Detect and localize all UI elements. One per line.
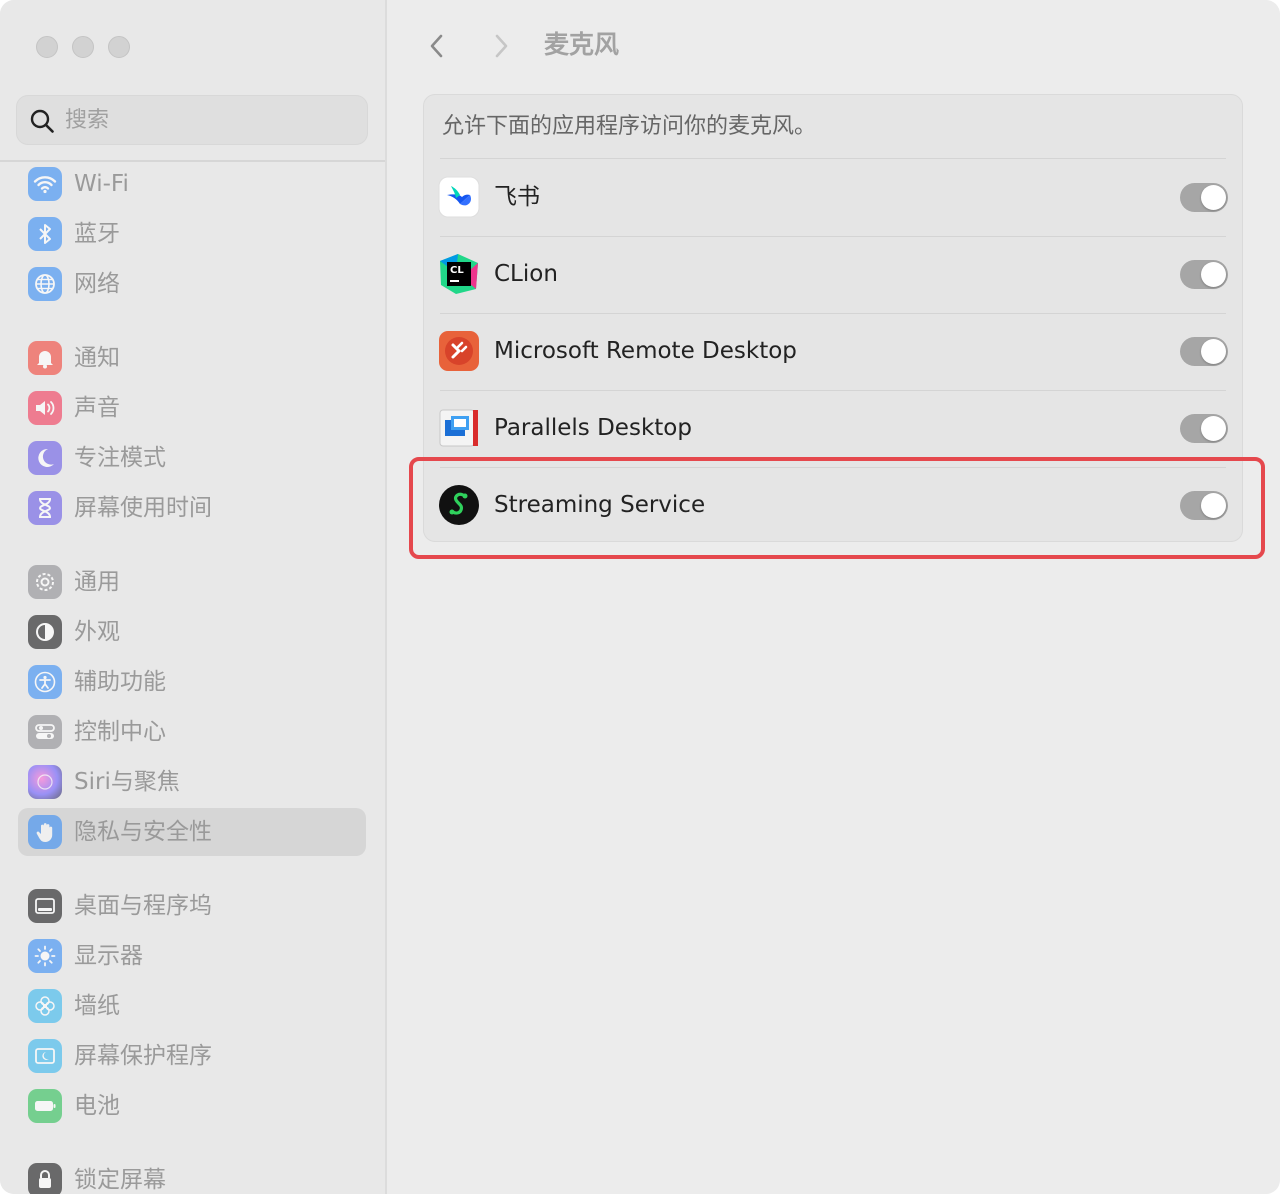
app-name: 飞书 (494, 184, 540, 210)
appearance-icon (28, 615, 62, 649)
siri-icon (28, 765, 62, 799)
hand-icon (28, 815, 62, 849)
flower-icon (28, 989, 62, 1023)
clion-microphone-toggle[interactable] (1180, 260, 1228, 289)
sidebar-item-wallpaper[interactable]: 墙纸 (18, 982, 366, 1030)
wifi-icon (28, 167, 62, 201)
sidebar-item-privacy-security[interactable]: 隐私与安全性 (18, 808, 366, 856)
app-name: CLion (494, 261, 558, 287)
sidebar-item-accessibility[interactable]: 辅助功能 (18, 658, 366, 706)
svg-text:CL: CL (450, 265, 464, 276)
toggle-knob (1201, 185, 1226, 210)
sidebar-item-label: 通用 (74, 569, 120, 595)
parallels-microphone-toggle[interactable] (1180, 414, 1228, 443)
bell-icon (28, 341, 62, 375)
sidebar-item-label: 桌面与程序坞 (74, 893, 212, 919)
sidebar-item-desktop-dock[interactable]: 桌面与程序坞 (18, 882, 366, 930)
sidebar-item-wifi[interactable]: Wi-Fi (18, 160, 366, 208)
app-row-streaming-service: Streaming Service (424, 467, 1242, 544)
main-content: 麦克风 允许下面的应用程序访问你的麦克风。 飞书 CL CLion Micros… (387, 0, 1280, 1194)
toggle-knob (1201, 493, 1226, 518)
app-row-clion: CL CLion (424, 236, 1242, 313)
hourglass-icon (28, 491, 62, 525)
app-row-microsoft-remote-desktop: Microsoft Remote Desktop (424, 313, 1242, 390)
moon-icon (28, 441, 62, 475)
battery-icon (28, 1089, 62, 1123)
lock-icon (28, 1163, 62, 1194)
globe-icon (28, 267, 62, 301)
search-icon (30, 109, 54, 133)
toggle-knob (1201, 339, 1226, 364)
sidebar-item-notifications[interactable]: 通知 (18, 334, 366, 382)
app-name: Microsoft Remote Desktop (494, 338, 797, 364)
sidebar-item-lock-screen[interactable]: 锁定屏幕 (18, 1156, 366, 1194)
app-row-feishu: 飞书 (424, 159, 1242, 236)
sidebar-item-label: 外观 (74, 619, 120, 645)
sidebar-item-label: 电池 (74, 1093, 120, 1119)
microphone-app-list: 允许下面的应用程序访问你的麦克风。 飞书 CL CLion Microsoft … (423, 94, 1243, 542)
sun-icon (28, 939, 62, 973)
close-window-button[interactable] (36, 36, 58, 58)
sidebar-item-label: 隐私与安全性 (74, 819, 212, 845)
search-placeholder: 搜索 (65, 108, 110, 133)
window-controls (36, 36, 130, 58)
sidebar-item-battery[interactable]: 电池 (18, 1082, 366, 1130)
speaker-icon (28, 391, 62, 425)
toggle-knob (1201, 416, 1226, 441)
forward-chevron-icon[interactable] (489, 30, 513, 62)
permission-description: 允许下面的应用程序访问你的麦克风。 (442, 114, 817, 139)
sidebar: 搜索 Wi-Fi 蓝牙 网络 通知 声音 专注模式 屏幕使用时间 通用 外观 辅… (0, 0, 387, 1194)
remote-desktop-icon (439, 331, 479, 371)
sidebar-item-label: 控制中心 (74, 719, 166, 745)
control-center-icon (28, 715, 62, 749)
sidebar-item-label: 蓝牙 (74, 221, 120, 247)
settings-window: 搜索 Wi-Fi 蓝牙 网络 通知 声音 专注模式 屏幕使用时间 通用 外观 辅… (0, 0, 1280, 1194)
parallels-icon (439, 409, 478, 447)
sidebar-item-screen-time[interactable]: 屏幕使用时间 (18, 484, 366, 532)
page-title: 麦克风 (544, 30, 620, 59)
sidebar-item-label: 声音 (74, 395, 120, 421)
sidebar-item-label: Wi-Fi (74, 171, 129, 197)
sidebar-item-appearance[interactable]: 外观 (18, 608, 366, 656)
sidebar-item-label: 屏幕保护程序 (74, 1043, 212, 1069)
sidebar-item-sound[interactable]: 声音 (18, 384, 366, 432)
feishu-microphone-toggle[interactable] (1180, 183, 1228, 212)
dock-icon (28, 889, 62, 923)
accessibility-icon (28, 665, 62, 699)
sidebar-item-label: 锁定屏幕 (74, 1167, 166, 1193)
bluetooth-icon (28, 217, 62, 251)
sidebar-item-label: Siri与聚焦 (74, 769, 180, 795)
clion-icon: CL (440, 254, 478, 294)
sidebar-item-label: 墙纸 (74, 993, 120, 1019)
sidebar-item-displays[interactable]: 显示器 (18, 932, 366, 980)
sidebar-item-screensaver[interactable]: 屏幕保护程序 (18, 1032, 366, 1080)
app-name: Streaming Service (494, 492, 706, 518)
sidebar-item-network[interactable]: 网络 (18, 260, 366, 308)
remote-desktop-microphone-toggle[interactable] (1180, 337, 1228, 366)
sidebar-item-bluetooth[interactable]: 蓝牙 (18, 210, 366, 258)
toggle-knob (1201, 262, 1226, 287)
feishu-icon (438, 176, 480, 218)
sidebar-item-label: 辅助功能 (74, 669, 166, 695)
gear-icon (28, 565, 62, 599)
sidebar-item-siri[interactable]: Siri与聚焦 (18, 758, 366, 806)
sidebar-item-label: 屏幕使用时间 (74, 495, 212, 521)
sidebar-item-label: 通知 (74, 345, 120, 371)
sidebar-item-label: 网络 (74, 271, 120, 297)
sidebar-item-general[interactable]: 通用 (18, 558, 366, 606)
back-chevron-icon[interactable] (425, 30, 449, 62)
screensaver-icon (28, 1039, 62, 1073)
sidebar-item-label: 专注模式 (74, 445, 166, 471)
app-row-parallels-desktop: Parallels Desktop (424, 390, 1242, 467)
sidebar-item-label: 显示器 (74, 943, 143, 969)
zoom-window-button[interactable] (108, 36, 130, 58)
minimize-window-button[interactable] (72, 36, 94, 58)
streaming-service-icon (439, 485, 479, 525)
sidebar-item-focus[interactable]: 专注模式 (18, 434, 366, 482)
sidebar-item-control-center[interactable]: 控制中心 (18, 708, 366, 756)
streaming-service-microphone-toggle[interactable] (1180, 491, 1228, 520)
app-name: Parallels Desktop (494, 415, 692, 441)
search-field[interactable]: 搜索 (16, 95, 368, 145)
